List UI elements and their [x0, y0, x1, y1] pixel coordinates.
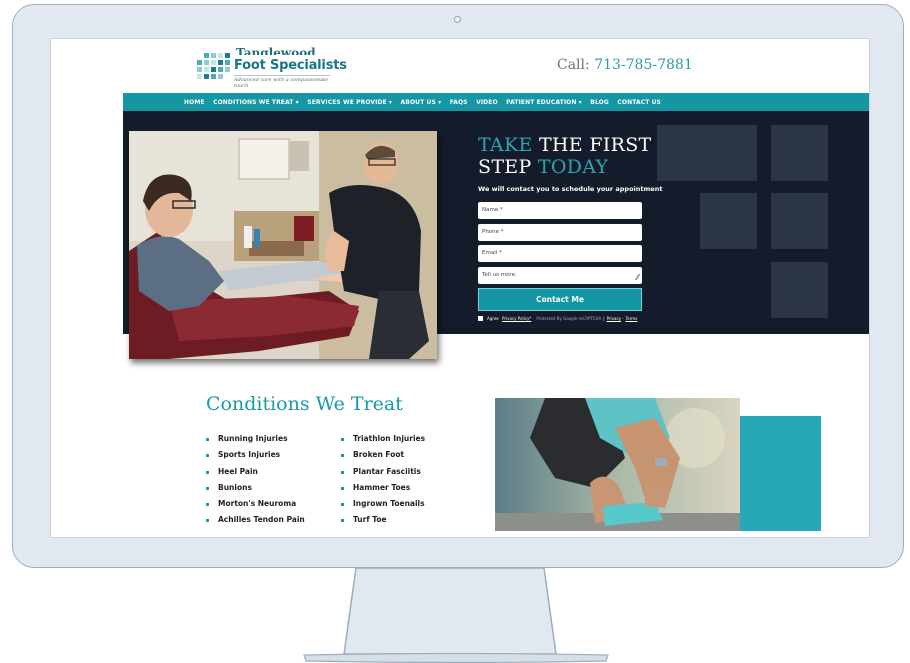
logo-tile — [218, 53, 223, 58]
nav-conditions[interactable]: CONDITIONS WE TREAT ▾ — [213, 99, 299, 106]
phone-field[interactable]: Phone * — [478, 224, 642, 241]
condition-item[interactable]: Hammer Toes — [341, 483, 425, 499]
decor-square — [700, 125, 757, 181]
message-textarea[interactable]: Tell us more. ⁄⁄ — [478, 267, 642, 284]
condition-item[interactable]: Plantar Fasciitis — [341, 467, 425, 483]
name-field[interactable]: Name * — [478, 202, 642, 219]
message-placeholder: Tell us more. — [482, 272, 517, 278]
logo-tile — [211, 53, 216, 58]
consent-row: Agree Privacy Policy* Protected By Googl… — [478, 316, 637, 321]
nav-video[interactable]: VIDEO — [476, 99, 498, 106]
condition-item[interactable]: Running Injuries — [206, 434, 305, 450]
decor-square — [700, 193, 757, 249]
hero-subtitle: We will contact you to schedule your app… — [478, 185, 663, 193]
logo-tile — [204, 60, 209, 65]
terms-link[interactable]: Terms — [626, 316, 638, 321]
hero-title-part4: TODAY — [531, 156, 609, 178]
hero-photo — [129, 131, 437, 359]
nav-patient-education[interactable]: PATIENT EDUCATION ▾ — [506, 99, 582, 106]
conditions-title: Conditions We Treat — [206, 393, 403, 415]
recaptcha-text: Protected By Google reCAPTCHA — [536, 316, 602, 321]
phone-placeholder: Phone * — [482, 229, 504, 235]
privacy-link[interactable]: Privacy — [607, 316, 621, 321]
logo-tile — [211, 60, 216, 65]
nav-faqs[interactable]: FAQS — [450, 99, 468, 106]
teal-accent-block — [739, 416, 821, 531]
site-header: Tanglewood Foot Specialists Advanced car… — [51, 39, 869, 93]
resize-handle-icon[interactable]: ⁄⁄ — [636, 274, 639, 282]
condition-item[interactable]: Bunions — [206, 483, 305, 499]
logo-tile — [204, 74, 209, 79]
conditions-list-2: Triathlon Injuries Broken Foot Plantar F… — [341, 434, 425, 532]
dash: - — [622, 316, 624, 321]
decor-square — [771, 193, 828, 249]
condition-item[interactable]: Ingrown Toenails — [341, 499, 425, 515]
browser-viewport: Tanglewood Foot Specialists Advanced car… — [50, 38, 870, 538]
agree-label: Agree — [487, 316, 499, 321]
logo-tile — [197, 67, 202, 72]
logo-tile — [211, 74, 216, 79]
logo-tile — [204, 67, 209, 72]
nav-home[interactable]: HOME — [184, 99, 205, 106]
logo-tile — [218, 74, 223, 79]
logo-tile — [197, 60, 202, 65]
logo-tile — [197, 74, 202, 79]
hero-title-part3: STEP — [478, 156, 532, 178]
logo-name[interactable]: Foot Specialists — [234, 58, 347, 73]
logo-tile — [225, 60, 230, 65]
decor-square — [771, 262, 828, 318]
agree-checkbox[interactable] — [478, 316, 483, 321]
name-placeholder: Name * — [482, 207, 503, 213]
call-label: Call: — [557, 57, 590, 73]
logo-name-top[interactable]: Tanglewood — [236, 47, 316, 55]
condition-item[interactable]: Achilles Tendon Pain — [206, 515, 305, 531]
logo-tagline: Advanced care with a compassionate touch — [234, 75, 330, 89]
grid-logo-icon[interactable] — [197, 53, 231, 81]
decor-square — [771, 125, 828, 181]
conditions-list-1: Running Injuries Sports Injuries Heel Pa… — [206, 434, 305, 532]
privacy-policy-link[interactable]: Privacy Policy* — [502, 316, 531, 321]
hero-title-part1: TAKE — [478, 134, 533, 156]
condition-item[interactable]: Heel Pain — [206, 467, 305, 483]
webcam-icon — [454, 16, 461, 23]
nav-services[interactable]: SERVICES WE PROVIDE ▾ — [307, 99, 392, 106]
logo-tile — [218, 67, 223, 72]
condition-item[interactable]: Broken Foot — [341, 450, 425, 466]
condition-item[interactable]: Morton's Neuroma — [206, 499, 305, 515]
nav-about[interactable]: ABOUT US ▾ — [401, 99, 442, 106]
phone-link[interactable]: 713-785-7881 — [594, 57, 693, 73]
logo-tile — [225, 67, 230, 72]
email-placeholder: Email * — [482, 250, 502, 256]
separator: | — [603, 316, 605, 321]
logo-tile — [225, 53, 230, 58]
condition-item[interactable]: Turf Toe — [341, 515, 425, 531]
monitor-mockup: Tanglewood Foot Specialists Advanced car… — [0, 0, 910, 663]
runner-photo — [495, 398, 740, 531]
condition-item[interactable]: Triathlon Injuries — [341, 434, 425, 450]
main-nav: HOME CONDITIONS WE TREAT ▾ SERVICES WE P… — [123, 93, 869, 111]
contact-me-button[interactable]: Contact Me — [478, 288, 642, 311]
monitor-frame: Tanglewood Foot Specialists Advanced car… — [12, 4, 904, 568]
logo-tile — [218, 60, 223, 65]
nav-blog[interactable]: BLOG — [590, 99, 609, 106]
hero-title: TAKE THE FIRST STEP TODAY — [478, 134, 652, 178]
condition-item[interactable]: Sports Injuries — [206, 450, 305, 466]
logo-tile — [211, 67, 216, 72]
email-field[interactable]: Email * — [478, 245, 642, 262]
nav-contact[interactable]: CONTACT US — [617, 99, 661, 106]
call-info: Call: 713-785-7881 — [557, 57, 693, 73]
hero-title-part2: THE FIRST — [532, 134, 652, 156]
logo-tile — [204, 53, 209, 58]
